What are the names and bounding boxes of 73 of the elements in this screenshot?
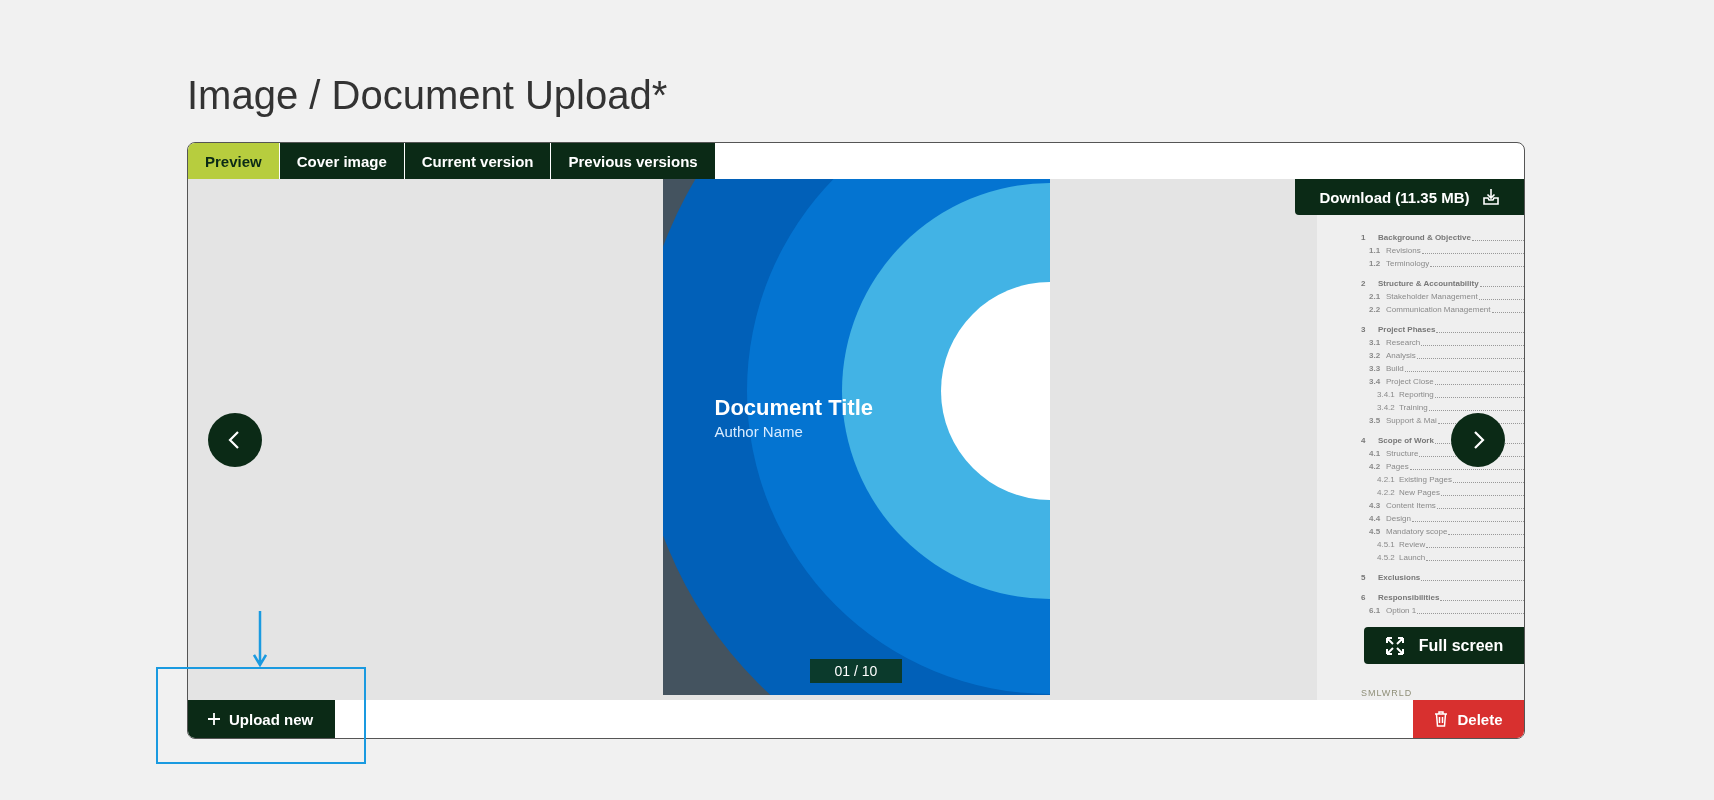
plus-icon — [208, 713, 220, 725]
toc-number: 4 — [1361, 436, 1367, 445]
tab[interactable]: Preview — [188, 143, 280, 179]
toc-entry: Project Close — [1386, 377, 1434, 386]
toc-number: 1.2 — [1369, 259, 1382, 268]
toc-entry: Pages — [1386, 462, 1409, 471]
toc-entry: Exclusions — [1378, 573, 1421, 582]
toc-entry: Existing Pages — [1399, 475, 1452, 484]
download-icon — [1481, 188, 1500, 206]
toc-entry: Option 1 — [1386, 606, 1417, 615]
toc-number: 4.1 — [1369, 449, 1382, 458]
tab[interactable]: Previous versions — [551, 143, 716, 179]
delete-button[interactable]: Delete — [1413, 700, 1524, 738]
tab[interactable]: Current version — [404, 143, 552, 179]
toc-entry: Responsibilities — [1378, 593, 1440, 602]
toc-number: 4.5.1 — [1377, 540, 1396, 549]
toc-number: 4.3 — [1369, 501, 1382, 510]
toc-entry: Scope of Work — [1378, 436, 1434, 445]
logo-text: SMLWRLD — [1361, 688, 1413, 698]
upload-button[interactable]: Upload new — [188, 700, 335, 738]
toc-entry: Design — [1386, 514, 1411, 523]
toc-number: 4.5 — [1369, 527, 1382, 536]
toc-entry: Structure & Accountability — [1378, 279, 1479, 288]
toc-number: 1 — [1361, 233, 1367, 242]
toc-number: 3.4.2 — [1377, 403, 1396, 412]
toc-number: 4.2.2 — [1377, 488, 1396, 497]
toc-entry: Research — [1386, 338, 1421, 347]
toc-number: 4.2 — [1369, 462, 1382, 471]
toc-entry: Training — [1399, 403, 1428, 412]
toc-number: 4.5.2 — [1377, 553, 1396, 562]
toc-entry: Mandatory scope — [1386, 527, 1448, 536]
toc-number: 2.1 — [1369, 292, 1382, 301]
toc-number: 3.2 — [1369, 351, 1382, 360]
toc-entry: Launch — [1399, 553, 1426, 562]
document-title: Document Title — [714, 395, 873, 421]
expand-icon — [1384, 635, 1405, 656]
page-counter: 01 / 10 — [810, 659, 902, 683]
toc-number: 3.4 — [1369, 377, 1382, 386]
full-screen-button[interactable]: Full screen — [1364, 627, 1524, 664]
toc-number: 6.1 — [1369, 606, 1382, 615]
page-heading: Image / Document Upload* — [187, 72, 669, 119]
toc-entry: Support & Mai — [1386, 416, 1437, 425]
toc-entry: Stakeholder Management — [1386, 292, 1478, 301]
toc-number: 2 — [1361, 279, 1367, 288]
arrow-icon — [253, 611, 267, 667]
toc-entry: Review — [1399, 540, 1426, 549]
toc-entry: Content Items — [1386, 501, 1436, 510]
toc-number: 5 — [1361, 573, 1367, 582]
toc-entry: Analysis — [1386, 351, 1416, 360]
toc-number: 3.3 — [1369, 364, 1382, 373]
toc-entry: Background & Objective — [1378, 233, 1471, 242]
toc-entry: Build — [1386, 364, 1404, 373]
previous-button[interactable] — [208, 413, 262, 467]
toc-number: 6 — [1361, 593, 1367, 602]
toc-number: 3.1 — [1369, 338, 1382, 347]
tab[interactable]: Cover image — [279, 143, 405, 179]
document-author: Author Name — [714, 423, 804, 440]
toc-number: 4.2.1 — [1377, 475, 1396, 484]
toc-entry: Revisions — [1386, 246, 1421, 255]
toc-number: 2.2 — [1369, 305, 1382, 314]
toc-number: 3.4.1 — [1377, 390, 1396, 399]
toc-number: 3.5 — [1369, 416, 1382, 425]
toc-entry: Communication Management — [1386, 305, 1491, 314]
toc-entry: New Pages — [1399, 488, 1440, 497]
toc-number: 3 — [1361, 325, 1367, 334]
toc-entry: Project Phases — [1378, 325, 1436, 334]
toc-entry: Reporting — [1399, 390, 1434, 399]
toc-entry: Structure — [1386, 449, 1419, 458]
download-button[interactable]: Download (11.35 MB) — [1295, 179, 1524, 215]
toc-number: 1.1 — [1369, 246, 1382, 255]
toc-number: 4.4 — [1369, 514, 1382, 523]
toc-entry: Terminology — [1386, 259, 1430, 268]
trash-icon — [1434, 711, 1449, 727]
